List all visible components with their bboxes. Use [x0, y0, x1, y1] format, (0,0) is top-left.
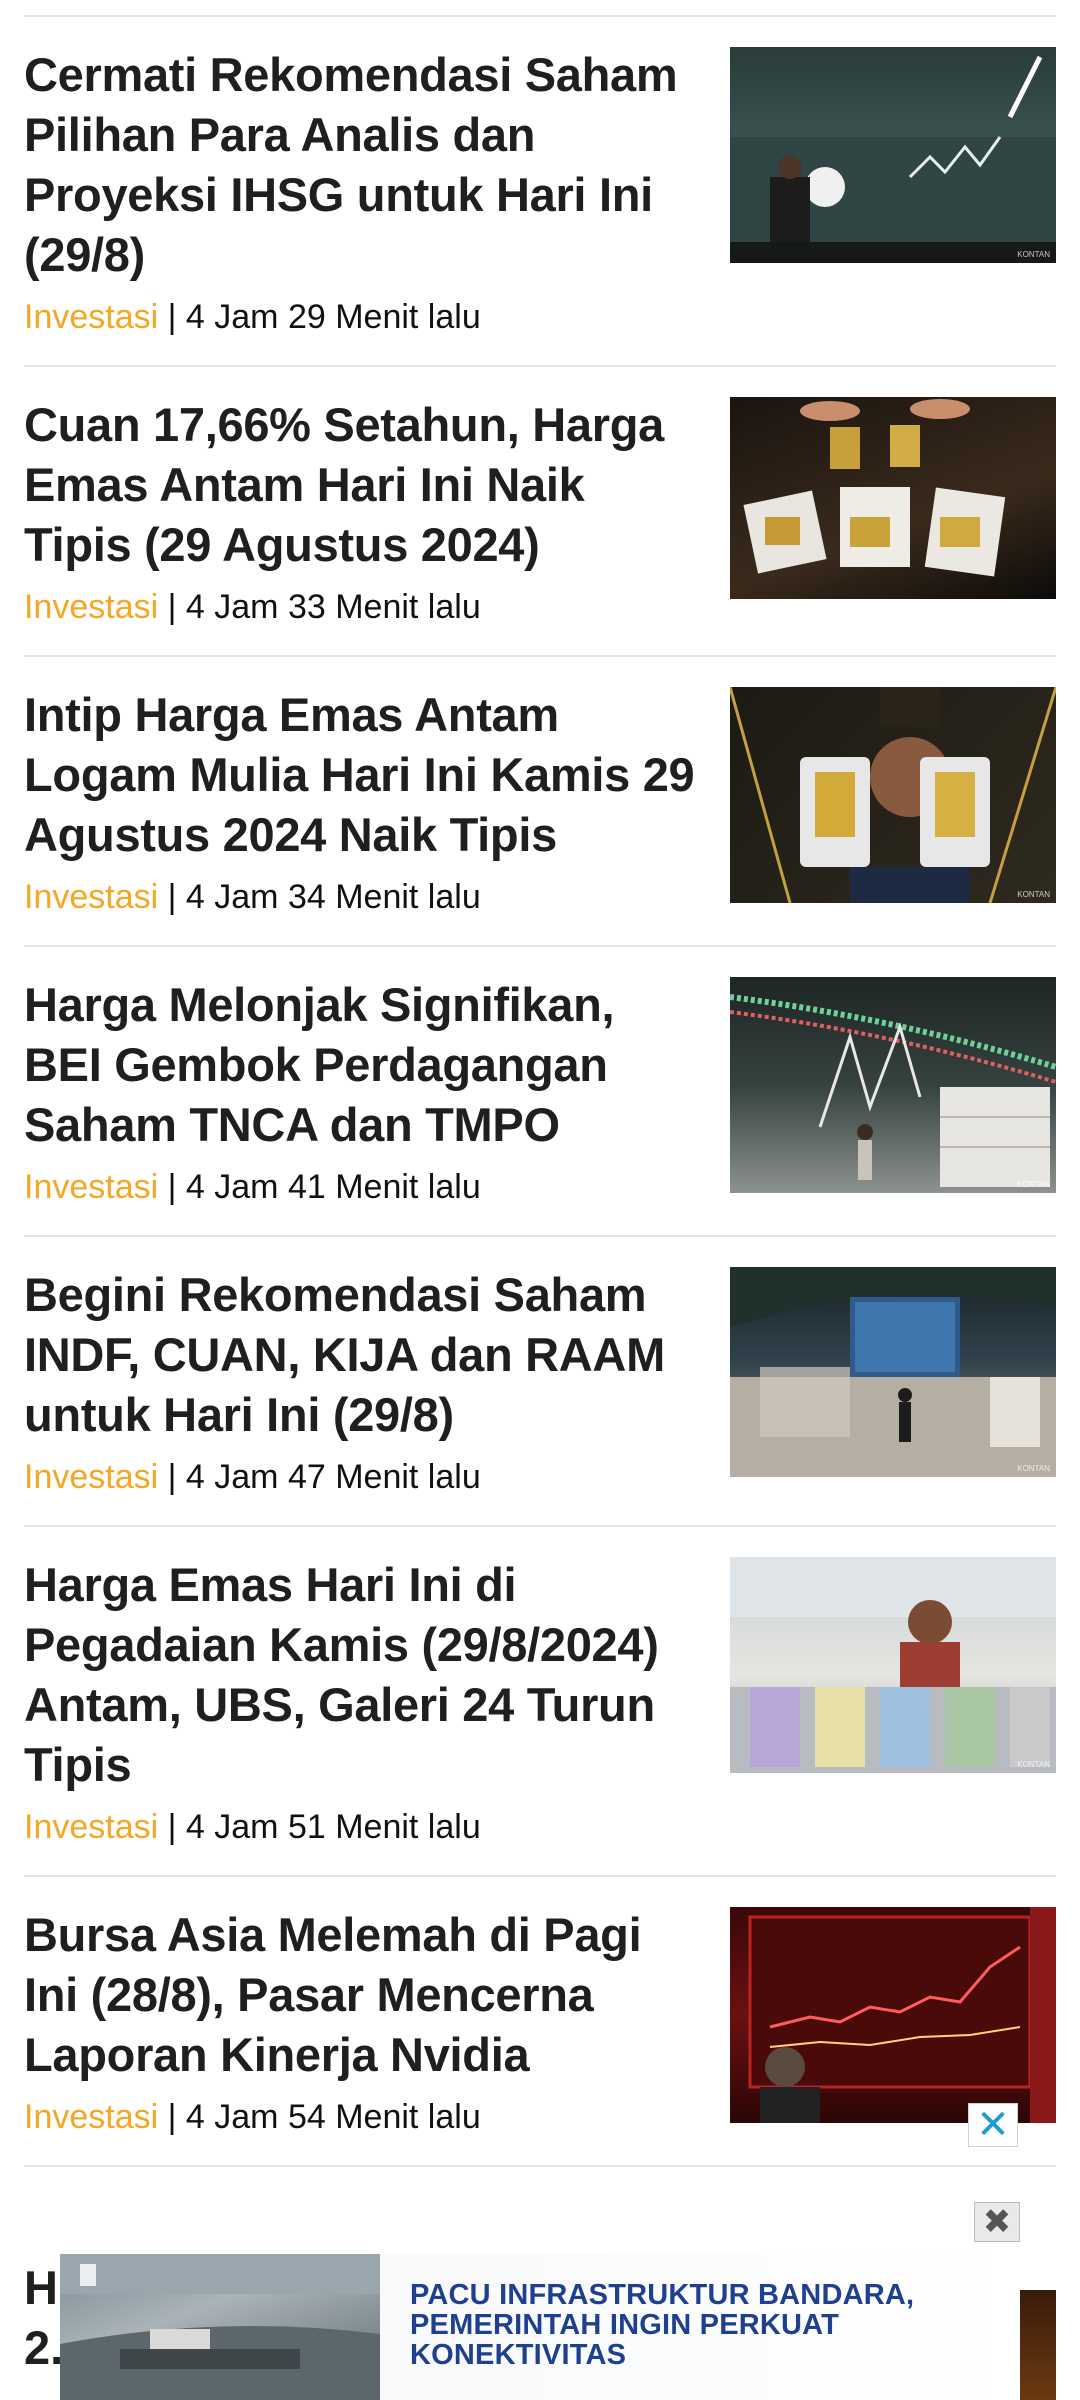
article-meta: Investasi | 4 Jam 34 Menit lalu — [24, 877, 704, 945]
ad-dismiss-icon[interactable]: ✖ — [974, 2202, 1020, 2242]
article-category[interactable]: Investasi — [24, 1168, 158, 1206]
meta-separator: | — [158, 1808, 186, 1846]
article-item[interactable]: Harga Melonjak Signifikan, BEI Gembok Pe… — [24, 947, 1056, 1237]
article-title[interactable]: Begini Rekomendasi Saham INDF, CUAN, KIJ… — [24, 1265, 704, 1445]
meta-separator: | — [158, 298, 186, 336]
article-text: Cuan 17,66% Setahun, Harga Emas Antam Ha… — [24, 367, 704, 655]
article-thumbnail[interactable] — [730, 1907, 1056, 2123]
gold-bars-photo — [743, 399, 1006, 577]
article-category[interactable]: Investasi — [24, 298, 158, 336]
article-thumbnail[interactable]: KONTAN — [730, 977, 1056, 1193]
meta-separator: | — [158, 878, 186, 916]
article-item[interactable]: Cuan 17,66% Setahun, Harga Emas Antam Ha… — [24, 367, 1056, 657]
article-title[interactable]: Harga Melonjak Signifikan, BEI Gembok Pe… — [24, 975, 704, 1155]
exchange-hall-photo — [730, 1267, 1056, 1477]
article-meta: Investasi | 4 Jam 41 Menit lalu — [24, 1167, 704, 1235]
article-item[interactable]: Cermati Rekomendasi Saham Pilihan Para A… — [24, 17, 1056, 367]
article-time: 4 Jam 54 Menit lalu — [185, 2098, 481, 2136]
article-text: Intip Harga Emas Antam Logam Mulia Hari … — [24, 657, 704, 945]
meta-separator: | — [158, 588, 186, 626]
article-time: 4 Jam 34 Menit lalu — [185, 878, 481, 916]
article-category[interactable]: Investasi — [24, 1458, 158, 1496]
article-title[interactable]: Cermati Rekomendasi Saham Pilihan Para A… — [24, 45, 704, 285]
article-item[interactable]: Bursa Asia Melemah di Pagi Ini (28/8), P… — [24, 1877, 1056, 2167]
article-text: Begini Rekomendasi Saham INDF, CUAN, KIJ… — [24, 1237, 704, 1525]
article-time: 4 Jam 51 Menit lalu — [185, 1808, 481, 1846]
article-item[interactable]: Harga Emas Hari Ini di Pegadaian Kamis (… — [24, 1527, 1056, 1877]
airport-construction-photo — [60, 2254, 380, 2400]
article-category[interactable]: Investasi — [24, 1808, 158, 1846]
ad-banner[interactable]: PACU INFRASTRUKTUR BANDARA, PEMERINTAH I… — [60, 2254, 1020, 2400]
article-meta: Investasi | 4 Jam 51 Menit lalu — [24, 1807, 704, 1875]
meta-separator: | — [158, 2098, 186, 2136]
article-text: Cermati Rekomendasi Saham Pilihan Para A… — [24, 17, 704, 365]
exchange-board-photo — [730, 994, 1056, 1187]
article-thumbnail[interactable]: KONTAN — [730, 1557, 1056, 1773]
article-time: 4 Jam 41 Menit lalu — [185, 1168, 481, 1206]
article-meta: Investasi | 4 Jam 54 Menit lalu — [24, 2097, 704, 2165]
article-thumbnail[interactable]: KONTAN — [730, 687, 1056, 903]
red-board-photo — [748, 1907, 1056, 2123]
article-thumbnail-partial[interactable] — [1016, 2290, 1056, 2400]
article-item[interactable]: Begini Rekomendasi Saham INDF, CUAN, KIJ… — [24, 1237, 1056, 1527]
meta-separator: | — [158, 1458, 186, 1496]
article-title[interactable]: Harga Emas Hari Ini di Pegadaian Kamis (… — [24, 1555, 704, 1795]
article-title-partial[interactable]: H 2. — [24, 2258, 63, 2378]
market-board-photo — [730, 55, 1056, 263]
article-meta: Investasi | 4 Jam 47 Menit lalu — [24, 1457, 704, 1525]
article-meta: Investasi | 4 Jam 33 Menit lalu — [24, 587, 704, 655]
article-thumbnail[interactable] — [730, 397, 1056, 599]
article-thumbnail[interactable]: KONTAN — [730, 1267, 1056, 1477]
gold-shop-photo — [730, 1557, 1056, 1773]
close-icon[interactable]: ✕ — [968, 2103, 1018, 2147]
ad-image — [60, 2254, 380, 2400]
article-feed: Cermati Rekomendasi Saham Pilihan Para A… — [24, 0, 1056, 2167]
article-item[interactable]: Intip Harga Emas Antam Logam Mulia Hari … — [24, 657, 1056, 947]
article-time: 4 Jam 29 Menit lalu — [185, 298, 481, 336]
article-time: 4 Jam 33 Menit lalu — [185, 588, 481, 626]
article-category[interactable]: Investasi — [24, 588, 158, 626]
article-title[interactable]: Cuan 17,66% Setahun, Harga Emas Antam Ha… — [24, 395, 704, 575]
article-thumbnail[interactable]: KONTAN — [730, 47, 1056, 263]
article-text: Harga Emas Hari Ini di Pegadaian Kamis (… — [24, 1527, 704, 1875]
article-time: 4 Jam 47 Menit lalu — [185, 1458, 481, 1496]
gold-bars-held-photo — [730, 687, 1056, 903]
ad-headline: PACU INFRASTRUKTUR BANDARA, PEMERINTAH I… — [410, 2279, 915, 2371]
article-text: Bursa Asia Melemah di Pagi Ini (28/8), P… — [24, 1877, 704, 2165]
article-text: Harga Melonjak Signifikan, BEI Gembok Pe… — [24, 947, 704, 1235]
article-title[interactable]: Bursa Asia Melemah di Pagi Ini (28/8), P… — [24, 1905, 704, 2085]
meta-separator: | — [158, 1168, 186, 1206]
article-title[interactable]: Intip Harga Emas Antam Logam Mulia Hari … — [24, 685, 704, 865]
article-category[interactable]: Investasi — [24, 2098, 158, 2136]
article-category[interactable]: Investasi — [24, 878, 158, 916]
article-meta: Investasi | 4 Jam 29 Menit lalu — [24, 297, 704, 365]
